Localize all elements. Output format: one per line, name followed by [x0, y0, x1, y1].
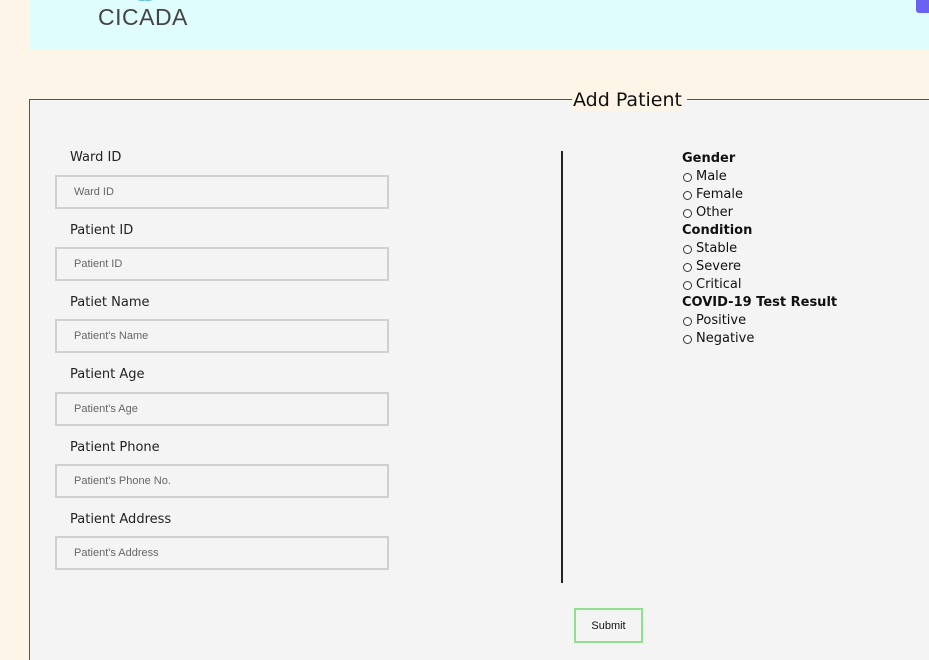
gender-option-female[interactable]: Female: [682, 186, 837, 204]
covid-option-positive[interactable]: Positive: [682, 312, 837, 330]
submit-button[interactable]: Submit: [574, 608, 643, 643]
patient-age-label: Patient Age: [70, 367, 145, 382]
condition-title: Condition: [682, 223, 753, 238]
radio-groups: Gender Male Female Other Condition Stabl…: [682, 150, 837, 348]
gender-title: Gender: [682, 151, 736, 166]
form-title: Add Patient: [572, 89, 683, 111]
patient-phone-input[interactable]: [55, 464, 389, 498]
patient-name-label: Patiet Name: [70, 295, 150, 310]
radio-circle-icon[interactable]: [683, 280, 692, 290]
patient-age-input[interactable]: [55, 392, 389, 426]
radio-label: Critical: [696, 277, 742, 292]
cicada-logo-icon: [137, 0, 153, 1]
patient-id-label: Patient ID: [70, 223, 134, 238]
header-corner-button[interactable]: [916, 0, 929, 13]
patient-address-input[interactable]: [55, 536, 389, 570]
radio-label: Female: [696, 187, 744, 202]
add-patient-form: Add Patient Ward ID Patient ID Patiet Na…: [29, 89, 929, 660]
covid-option-negative[interactable]: Negative: [682, 330, 837, 348]
radio-circle-icon[interactable]: [683, 334, 692, 344]
patient-address-label: Patient Address: [70, 512, 172, 527]
radio-circle-icon[interactable]: [683, 208, 692, 218]
condition-option-severe[interactable]: Severe: [682, 258, 837, 276]
radio-circle-icon[interactable]: [683, 244, 692, 254]
column-divider: [561, 151, 563, 583]
radio-label: Male: [696, 169, 727, 184]
condition-option-stable[interactable]: Stable: [682, 240, 837, 258]
ward-id-input[interactable]: [55, 175, 389, 209]
patient-phone-label: Patient Phone: [70, 440, 160, 455]
radio-circle-icon[interactable]: [683, 172, 692, 182]
header-bar: CICADA: [30, 0, 929, 50]
patient-id-input[interactable]: [55, 247, 389, 281]
radio-label: Positive: [696, 313, 747, 328]
logo-text: CICADA: [98, 4, 188, 30]
radio-label: Severe: [696, 259, 741, 274]
radio-circle-icon[interactable]: [683, 262, 692, 272]
covid-result-title: COVID-19 Test Result: [682, 295, 838, 310]
radio-label: Other: [696, 205, 733, 220]
patient-name-input[interactable]: [55, 319, 389, 353]
gender-option-male[interactable]: Male: [682, 168, 837, 186]
ward-id-label: Ward ID: [70, 150, 122, 165]
radio-circle-icon[interactable]: [683, 190, 692, 200]
radio-label: Stable: [696, 241, 738, 256]
condition-option-critical[interactable]: Critical: [682, 276, 837, 294]
gender-option-other[interactable]: Other: [682, 204, 837, 222]
radio-label: Negative: [696, 331, 755, 346]
radio-circle-icon[interactable]: [683, 316, 692, 326]
